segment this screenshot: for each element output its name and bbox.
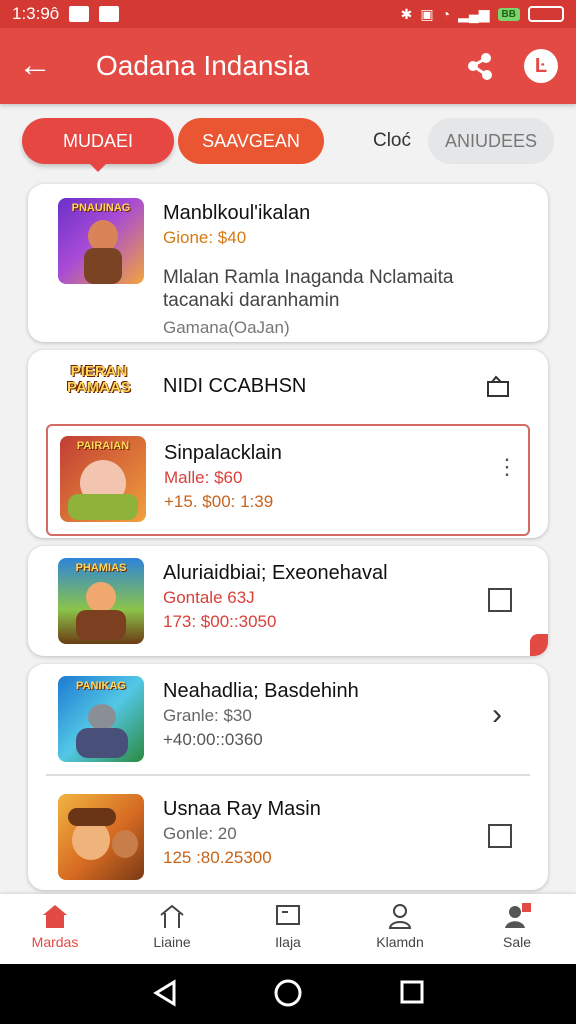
item-meta: 173: $00::3050 [163,612,277,631]
game-thumbnail [58,794,144,880]
game-thumbnail: PAIRAIAN [60,436,146,522]
item-title: Aluriaidbiai; Exeonehaval [163,562,388,584]
item-meta: +40:00::0360 [163,730,263,749]
game-thumbnail: PNAUINAG [58,198,144,284]
monitor-icon [276,905,300,925]
nav-label: Mardas [31,934,79,950]
folder-icon[interactable] [486,374,510,398]
section-title: NIDI CCABHSN [163,375,307,397]
item-price: Malle: $60 [164,468,243,487]
bluetooth-icon: ✱ [400,5,413,22]
item-price: Granle: $30 [163,706,252,725]
notification-icon [69,6,90,22]
nav-label: Sale [502,934,532,950]
description-line: tacanaki daranhamin [163,290,340,311]
nav-item-sale[interactable]: Sale [472,902,562,950]
tab-mudaei[interactable]: MUDAEI [22,118,174,172]
nav-back-icon[interactable] [150,978,180,1008]
nav-item-home[interactable]: Mardas [10,902,100,950]
item-meta: 125 :80.25300 [163,848,272,867]
share-icon[interactable] [464,50,496,82]
thumbnail-text: PANIKAG [76,680,126,692]
user-badge-icon [505,903,531,928]
thumbnail-text: PAIRAIAN [76,440,130,452]
tab-bar: MUDAEI SAAVGEAN Cloć ANIUDEES [22,118,554,172]
nav-label: Ilaja [275,934,301,950]
battery-icon [528,6,564,22]
thumbnail-text: PHAMIAS [75,562,127,574]
status-time: 1:3:9ô [12,4,60,23]
tab-aniudees[interactable]: ANIUDEES [428,118,554,164]
game-thumbnail: PANIKAG [58,676,144,762]
item-description: Mlalan Ramla Inaganda Nclamaita tacanaki… [163,266,453,312]
list-card[interactable]: PNAUINAG Manblkoul'ikalan Gione: $40 Mla… [28,184,548,342]
item-footer: Gamana(OaJan) [163,318,290,337]
home-icon [43,905,67,928]
vibrate-icon: ▣ [420,5,434,22]
back-arrow-icon[interactable]: ← [18,48,52,82]
chevron-right-icon[interactable]: › [492,700,502,730]
list-card[interactable]: PHAMIAS Aluriaidbiai; Exeonehaval Gontal… [28,546,548,656]
selected-item-row[interactable]: PAIRAIAN Sinpalacklain Malle: $60 +15. $… [46,424,530,536]
corner-indicator [530,634,548,656]
item-meta: +15. $00: 1:39 [164,492,274,511]
user-icon [388,904,412,929]
nav-label: Klamdn [376,934,424,950]
item-price: Gontale 63J [163,588,255,607]
item-price: Gonle: 20 [163,824,237,843]
wifi-icon: ◔ [441,6,451,22]
section-logo: PIERAN PAMAAS [67,363,131,396]
divider [46,774,530,776]
item-title: Usnaa Ray Masin [163,798,321,820]
list-card[interactable]: PIERAN PAMAAS NIDI CCABHSN PAIRAIAN Sinp… [28,350,548,538]
message-icon [99,6,120,22]
system-navigation-bar [0,964,576,1024]
nav-item-klamdn[interactable]: Klamdn [355,902,445,950]
list-card[interactable]: PANIKAG Neahadlia; Basdehinh Granle: $30… [28,664,548,890]
nav-item-liaine[interactable]: Liaine [127,902,217,950]
status-badge: BB [497,7,520,21]
item-title: Manblkoul'ikalan [163,202,311,224]
nav-label: Liaine [153,934,191,950]
description-line: Mlalan Ramla Inaganda Nclamaita [163,267,454,288]
nav-item-ilaja[interactable]: Ilaja [243,902,333,950]
page-title: Oadana Indansia [96,50,310,81]
game-thumbnail: PHAMIAS [58,558,144,644]
checkbox-icon[interactable] [488,588,512,612]
app-bar: ← Oadana Indansia Ŀ [0,28,576,104]
item-title: Sinpalacklain [164,442,282,464]
checkbox-icon[interactable] [488,824,512,848]
tab-saavgean[interactable]: SAAVGEAN [178,118,324,164]
nav-recents-icon[interactable] [398,978,426,1006]
tab-cloc[interactable]: Cloć [362,118,422,164]
thumbnail-text: PNAUINAG [71,202,131,214]
house-outline-icon [160,904,184,928]
status-bar: 1:3:9ô ✱ ▣ ◔ ▂▄▆ BB [0,0,576,28]
bottom-nav: Mardas Liaine Ilaja Klamdn Sale [0,894,576,964]
profile-icon[interactable]: Ŀ [524,49,558,83]
more-vertical-icon[interactable]: ⋮ [496,456,518,478]
signal-icon: ▂▄▆ [458,5,490,22]
nav-home-icon[interactable] [272,977,304,1009]
item-price: Gione: $40 [163,228,247,247]
item-title: Neahadlia; Basdehinh [163,680,359,702]
